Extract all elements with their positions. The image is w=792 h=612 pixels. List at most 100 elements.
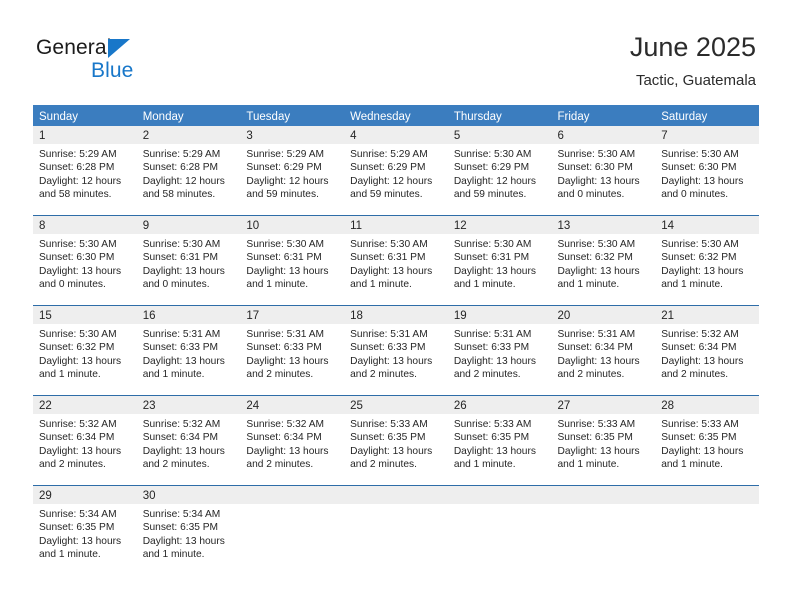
- calendar-day-cell[interactable]: 12 Sunrise: 5:30 AM Sunset: 6:31 PM Dayligh…: [447, 216, 552, 305]
- sunrise-text: Sunrise: 5:29 AM: [246, 149, 324, 160]
- sunrise-text: Sunrise: 5:30 AM: [661, 239, 739, 250]
- page-title: June 2025: [629, 32, 756, 62]
- calendar-week-row: 22 Sunrise: 5:32 AM Sunset: 6:34 PM Dayligh…: [33, 395, 759, 485]
- day-number: 9: [142, 220, 150, 232]
- day-number-band: 24: [240, 396, 345, 414]
- calendar-day-cell[interactable]: 18 Sunrise: 5:31 AM Sunset: 6:33 PM Dayligh…: [344, 306, 448, 395]
- daylight-text-line1: Daylight: 13 hours: [39, 445, 122, 457]
- day-number: 8: [39, 220, 46, 232]
- calendar-day-cell[interactable]: 28 Sunrise: 5:33 AM Sunset: 6:35 PM Dayligh…: [655, 396, 759, 485]
- calendar-day-cell[interactable]: 25 Sunrise: 5:33 AM Sunset: 6:35 PM Dayligh…: [344, 396, 448, 485]
- daylight-text-line2: and 1 minute.: [557, 279, 620, 291]
- day-details: Sunrise: 5:30 AM Sunset: 6:31 PM Daylight:…: [137, 234, 241, 292]
- day-number: 23: [142, 400, 156, 412]
- day-number: 30: [142, 490, 156, 502]
- day-number-band: 22: [33, 396, 137, 414]
- day-number-band: [655, 486, 759, 504]
- day-details: Sunrise: 5:33 AM Sunset: 6:35 PM Daylight:…: [655, 414, 759, 472]
- sunset-text: Sunset: 6:33 PM: [350, 342, 426, 354]
- calendar-day-cell[interactable]: 21 Sunrise: 5:32 AM Sunset: 6:34 PM Dayligh…: [655, 306, 759, 395]
- calendar-day-cell[interactable]: 8 Sunrise: 5:30 AM Sunset: 6:30 PM Daylight…: [33, 216, 137, 305]
- day-number: 16: [142, 310, 156, 322]
- brand-name-top: General: [36, 36, 112, 59]
- brand-logo[interactable]: General Blue: [36, 36, 236, 84]
- daylight-text-line1: Daylight: 13 hours: [39, 535, 122, 547]
- daylight-text-line2: and 2 minutes.: [453, 369, 521, 381]
- daylight-text-line2: and 0 minutes.: [557, 189, 625, 201]
- day-number: 13: [557, 220, 571, 232]
- calendar-day-cell[interactable]: 29 Sunrise: 5:34 AM Sunset: 6:35 PM Dayligh…: [33, 486, 137, 575]
- sunrise-text: Sunrise: 5:29 AM: [142, 149, 221, 160]
- calendar-day-cell[interactable]: 20 Sunrise: 5:31 AM Sunset: 6:34 PM Dayligh…: [551, 306, 656, 395]
- daylight-text-line1: Daylight: 13 hours: [350, 355, 433, 367]
- calendar-day-cell[interactable]: 6 Sunrise: 5:30 AM Sunset: 6:30 PM Daylight…: [551, 126, 656, 215]
- sunset-text: Sunset: 6:30 PM: [557, 162, 633, 174]
- day-number: 1: [39, 130, 46, 142]
- calendar-day-cell[interactable]: 24 Sunrise: 5:32 AM Sunset: 6:34 PM Dayligh…: [240, 396, 345, 485]
- day-number-band: 23: [136, 396, 241, 414]
- day-number: 3: [246, 130, 253, 142]
- page-header: General Blue June 2025 Tactic, Guatemala: [0, 0, 792, 100]
- calendar-day-cell[interactable]: 30 Sunrise: 5:34 AM Sunset: 6:35 PM Dayligh…: [136, 486, 241, 575]
- day-details: Sunrise: 5:30 AM Sunset: 6:30 PM Daylight:…: [33, 234, 137, 292]
- day-details: Sunrise: 5:30 AM Sunset: 6:30 PM Daylight:…: [655, 144, 759, 202]
- day-number-band: 5: [447, 126, 552, 144]
- daylight-text-line2: and 1 minute.: [142, 549, 205, 561]
- sunset-text: Sunset: 6:32 PM: [39, 342, 115, 354]
- daylight-text-line2: and 2 minutes.: [246, 459, 314, 471]
- sunset-text: Sunset: 6:31 PM: [142, 252, 219, 264]
- daylight-text-line1: Daylight: 12 hours: [142, 175, 225, 187]
- sunrise-text: Sunrise: 5:30 AM: [453, 239, 532, 250]
- calendar-day-cell[interactable]: 23 Sunrise: 5:32 AM Sunset: 6:34 PM Dayligh…: [136, 396, 241, 485]
- calendar-day-cell[interactable]: 5 Sunrise: 5:30 AM Sunset: 6:29 PM Daylight…: [447, 126, 552, 215]
- sunset-text: Sunset: 6:31 PM: [453, 252, 530, 264]
- calendar-day-cell[interactable]: 9 Sunrise: 5:30 AM Sunset: 6:31 PM Daylight…: [136, 216, 241, 305]
- day-number-band: 26: [447, 396, 552, 414]
- calendar-day-cell[interactable]: 15 Sunrise: 5:30 AM Sunset: 6:32 PM Dayligh…: [33, 306, 137, 395]
- calendar-day-cell[interactable]: 17 Sunrise: 5:31 AM Sunset: 6:33 PM Dayligh…: [240, 306, 345, 395]
- day-number-band: 7: [655, 126, 759, 144]
- daylight-text-line2: and 1 minute.: [453, 279, 516, 291]
- calendar-day-cell[interactable]: 27 Sunrise: 5:33 AM Sunset: 6:35 PM Dayligh…: [551, 396, 656, 485]
- day-number: 19: [453, 310, 467, 322]
- day-number: 21: [661, 310, 675, 322]
- daylight-text-line1: Daylight: 13 hours: [142, 265, 225, 277]
- daylight-text-line2: and 1 minute.: [661, 279, 723, 291]
- calendar-day-cell[interactable]: 14 Sunrise: 5:30 AM Sunset: 6:32 PM Dayligh…: [655, 216, 759, 305]
- day-number: 5: [453, 130, 461, 142]
- calendar-day-cell[interactable]: 4 Sunrise: 5:29 AM Sunset: 6:29 PM Daylight…: [344, 126, 448, 215]
- sunrise-text: Sunrise: 5:33 AM: [557, 419, 636, 430]
- calendar-day-cell[interactable]: 26 Sunrise: 5:33 AM Sunset: 6:35 PM Dayligh…: [447, 396, 552, 485]
- sunset-text: Sunset: 6:32 PM: [661, 252, 737, 264]
- sunset-text: Sunset: 6:35 PM: [661, 432, 737, 444]
- sunset-text: Sunset: 6:32 PM: [557, 252, 633, 264]
- calendar-day-cell-empty: [655, 486, 759, 575]
- calendar-day-cell[interactable]: 10 Sunrise: 5:30 AM Sunset: 6:31 PM Dayligh…: [240, 216, 345, 305]
- calendar-day-cell[interactable]: 11 Sunrise: 5:30 AM Sunset: 6:31 PM Dayligh…: [344, 216, 448, 305]
- title-block: June 2025 Tactic, Guatemala: [630, 30, 756, 92]
- daylight-text-line1: Daylight: 13 hours: [39, 265, 122, 277]
- calendar-day-cell[interactable]: 13 Sunrise: 5:30 AM Sunset: 6:32 PM Dayligh…: [551, 216, 656, 305]
- calendar-day-cell[interactable]: 7 Sunrise: 5:30 AM Sunset: 6:30 PM Daylight…: [655, 126, 759, 215]
- daylight-text-line1: Daylight: 12 hours: [246, 175, 329, 187]
- sunrise-text: Sunrise: 5:31 AM: [453, 329, 532, 340]
- calendar-day-cell[interactable]: 22 Sunrise: 5:32 AM Sunset: 6:34 PM Dayligh…: [33, 396, 137, 485]
- calendar-day-cell[interactable]: 1 Sunrise: 5:29 AM Sunset: 6:28 PM Daylight…: [33, 126, 137, 215]
- daylight-text-line2: and 1 minute.: [350, 279, 412, 291]
- sunrise-text: Sunrise: 5:32 AM: [142, 419, 221, 430]
- day-number-band: 20: [551, 306, 656, 324]
- calendar-day-cell[interactable]: 16 Sunrise: 5:31 AM Sunset: 6:33 PM Dayligh…: [136, 306, 241, 395]
- calendar-day-cell[interactable]: 3 Sunrise: 5:29 AM Sunset: 6:29 PM Daylight…: [240, 126, 345, 215]
- sunrise-text: Sunrise: 5:29 AM: [39, 149, 117, 160]
- calendar-day-cell[interactable]: 2 Sunrise: 5:29 AM Sunset: 6:28 PM Daylight…: [136, 126, 241, 215]
- daylight-text-line1: Daylight: 13 hours: [350, 265, 433, 277]
- calendar-day-cell[interactable]: 19 Sunrise: 5:31 AM Sunset: 6:33 PM Dayligh…: [447, 306, 552, 395]
- daylight-text-line2: and 0 minutes.: [142, 279, 210, 291]
- day-details: Sunrise: 5:31 AM Sunset: 6:33 PM Daylight:…: [240, 324, 344, 382]
- sunset-text: Sunset: 6:29 PM: [246, 162, 322, 174]
- day-details: Sunrise: 5:30 AM Sunset: 6:32 PM Daylight:…: [552, 234, 656, 292]
- day-number: 20: [557, 310, 571, 322]
- day-number: 7: [661, 130, 668, 142]
- day-details: Sunrise: 5:31 AM Sunset: 6:33 PM Daylight:…: [344, 324, 448, 382]
- day-details: Sunrise: 5:31 AM Sunset: 6:33 PM Daylight:…: [448, 324, 552, 382]
